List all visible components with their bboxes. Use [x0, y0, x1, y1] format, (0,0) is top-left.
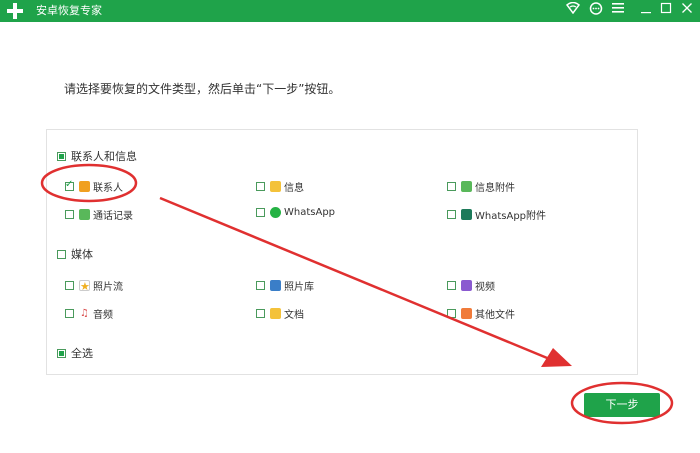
item-label: 视频	[475, 282, 495, 293]
category-checkbox[interactable]	[57, 249, 66, 259]
item-photo-stream[interactable]: ★ 照片流	[65, 278, 123, 293]
item-checkbox[interactable]	[65, 281, 74, 290]
audio-icon: ♫	[79, 308, 90, 319]
contact-icon	[79, 181, 90, 192]
item-whatsapp-attachments[interactable]: WhatsApp附件	[447, 207, 546, 222]
minimize-icon[interactable]	[637, 2, 655, 20]
menu-icon[interactable]	[609, 2, 627, 20]
item-whatsapp[interactable]: WhatsApp	[256, 207, 335, 218]
app-title: 安卓恢复专家	[36, 4, 102, 17]
message-icon	[270, 181, 281, 192]
select-all[interactable]: 全选	[57, 345, 93, 361]
item-contacts[interactable]: 联系人	[65, 179, 123, 194]
whatsapp-icon	[270, 207, 281, 218]
maximize-icon[interactable]	[657, 2, 675, 20]
item-label: 照片库	[284, 282, 314, 293]
instruction-text: 请选择要恢复的文件类型，然后单击“下一步”按钮。	[64, 82, 341, 96]
item-checkbox[interactable]	[447, 182, 456, 191]
next-button[interactable]: 下一步	[584, 393, 660, 417]
category-label: 媒体	[71, 248, 93, 261]
item-documents[interactable]: 文档	[256, 306, 304, 321]
item-checkbox[interactable]	[256, 208, 265, 217]
item-checkbox[interactable]	[65, 210, 74, 219]
select-all-label: 全选	[71, 347, 93, 360]
item-call-log[interactable]: 通话记录	[65, 207, 133, 222]
item-other-files[interactable]: 其他文件	[447, 306, 515, 321]
file-type-panel: 联系人和信息 联系人 信息 信息附件 通话记录 WhatsApp WhatsAp…	[46, 129, 638, 375]
item-video[interactable]: 视频	[447, 278, 495, 293]
item-label: 照片流	[93, 282, 123, 293]
item-messages[interactable]: 信息	[256, 179, 304, 194]
document-icon	[270, 308, 281, 319]
item-audio[interactable]: ♫ 音频	[65, 306, 113, 321]
close-icon[interactable]	[678, 2, 696, 20]
item-checkbox[interactable]	[447, 281, 456, 290]
video-icon	[461, 280, 472, 291]
item-label: 信息	[284, 183, 304, 194]
item-checkbox[interactable]	[65, 179, 74, 191]
phone-icon	[79, 209, 90, 220]
category-contacts-messages[interactable]: 联系人和信息	[57, 148, 137, 164]
category-checkbox[interactable]	[57, 151, 66, 161]
category-media[interactable]: 媒体	[57, 246, 93, 262]
item-label: 文档	[284, 310, 304, 321]
item-checkbox[interactable]	[256, 182, 265, 191]
select-all-checkbox[interactable]	[57, 348, 66, 358]
item-photo-library[interactable]: 照片库	[256, 278, 314, 293]
item-label: WhatsApp	[284, 207, 336, 218]
item-label: 信息附件	[475, 183, 515, 194]
photo-stream-icon: ★	[79, 280, 90, 293]
other-files-icon	[461, 308, 472, 319]
title-bar: 安卓恢复专家	[0, 0, 700, 22]
whatsapp-attachment-icon	[461, 209, 472, 220]
item-checkbox[interactable]	[447, 309, 456, 318]
item-label: 联系人	[93, 183, 123, 194]
attachment-icon	[461, 181, 472, 192]
item-label: 通话记录	[93, 211, 133, 222]
item-label: 其他文件	[475, 310, 515, 321]
item-checkbox[interactable]	[256, 281, 265, 290]
item-label: 音频	[93, 310, 113, 321]
item-label: WhatsApp附件	[475, 211, 547, 222]
wifi-icon[interactable]	[564, 1, 582, 20]
app-logo-icon	[7, 3, 23, 19]
photo-library-icon	[270, 280, 281, 291]
item-checkbox[interactable]	[256, 309, 265, 318]
item-message-attachments[interactable]: 信息附件	[447, 179, 515, 194]
chat-icon[interactable]	[587, 2, 605, 20]
category-label: 联系人和信息	[71, 150, 137, 163]
item-checkbox[interactable]	[447, 210, 456, 219]
item-checkbox[interactable]	[65, 309, 74, 318]
